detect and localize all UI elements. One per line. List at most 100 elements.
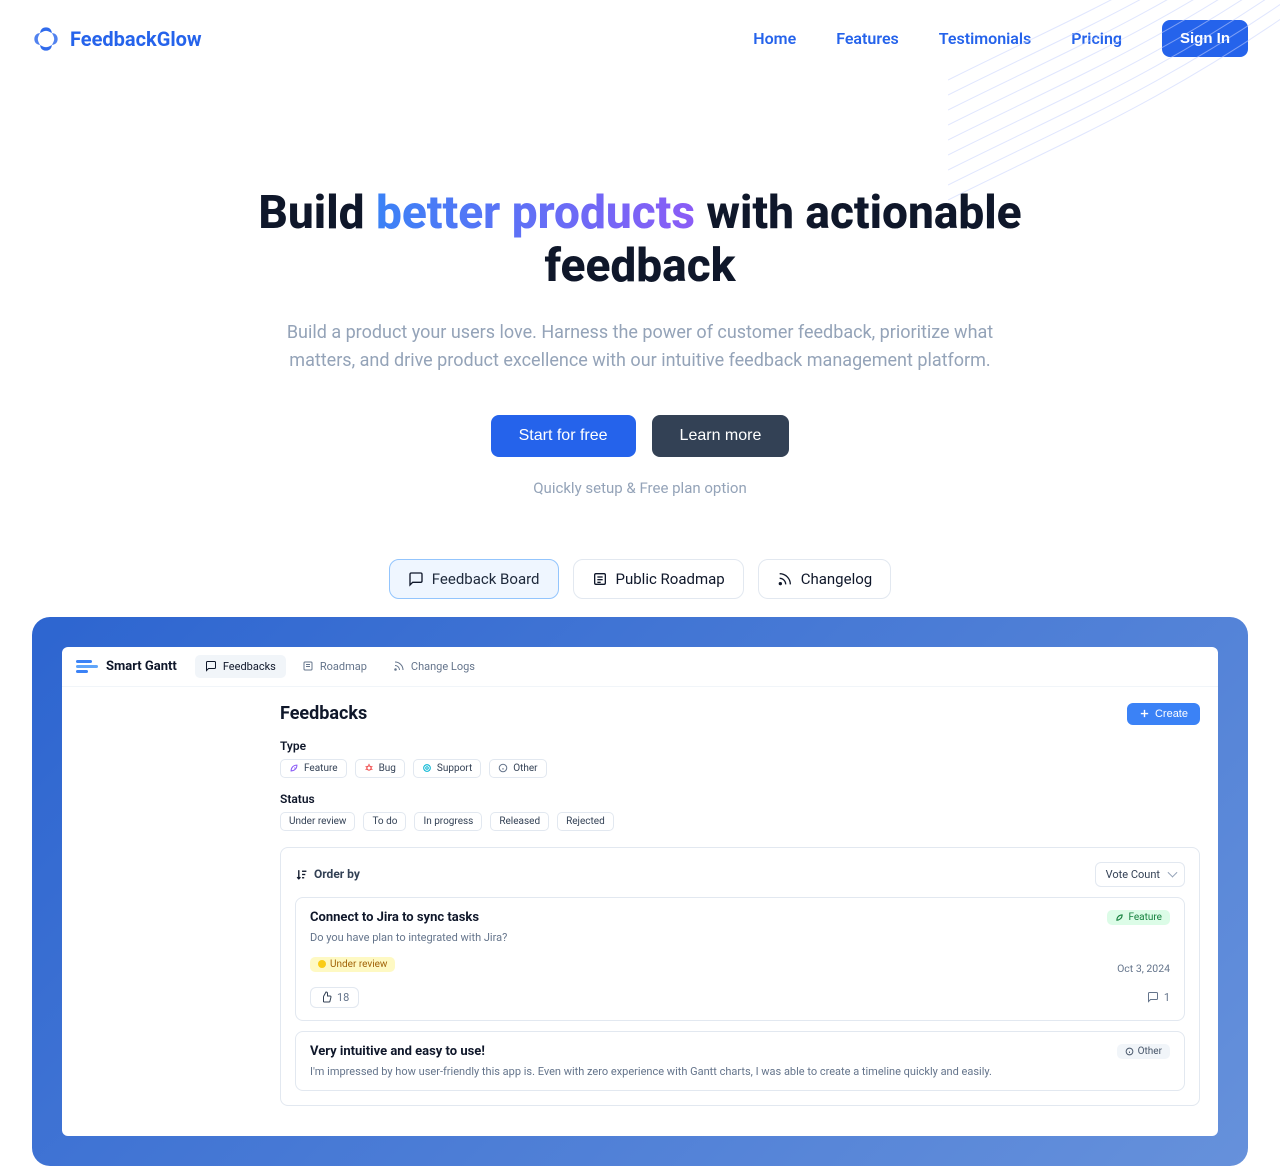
feedback-card-desc: Do you have plan to integrated with Jira… [310, 931, 507, 944]
status-chip-in-progress[interactable]: In progress [414, 812, 482, 831]
nav-features[interactable]: Features [836, 29, 899, 48]
rocket-icon [289, 763, 299, 773]
type-chip-bug-label: Bug [379, 763, 396, 774]
app-product-logo-icon [76, 660, 98, 673]
app-product[interactable]: Smart Gantt [76, 659, 177, 674]
nav-pricing[interactable]: Pricing [1071, 29, 1122, 48]
status-chip-todo-label: To do [372, 816, 397, 827]
app-page-title: Feedbacks [280, 703, 367, 724]
status-chip-under-review[interactable]: Under review [280, 812, 355, 831]
status-chip-under-review-label: Under review [289, 816, 346, 827]
type-chip-feature[interactable]: Feature [280, 759, 347, 778]
plus-icon [1139, 708, 1150, 719]
hero-tagline: Quickly setup & Free plan option [32, 479, 1248, 497]
tab-feedback-board[interactable]: Feedback Board [389, 559, 559, 599]
status-badge-label: Under review [330, 959, 387, 970]
status-chip-rejected-label: Rejected [566, 816, 605, 827]
rss-icon [777, 571, 793, 587]
type-filter-label: Type [280, 739, 1200, 753]
type-chip-feature-label: Feature [304, 763, 338, 774]
app-nav-feedbacks[interactable]: Feedbacks [195, 655, 286, 678]
tab-public-roadmap[interactable]: Public Roadmap [573, 559, 744, 599]
hero-heading: Build better products with actionable fe… [250, 187, 1030, 293]
status-badge: Under review [310, 957, 395, 972]
learn-more-button[interactable]: Learn more [652, 415, 790, 457]
order-by-value: Vote Count [1106, 868, 1160, 881]
status-chip-released[interactable]: Released [490, 812, 549, 831]
app-nav-changelogs-label: Change Logs [411, 660, 475, 673]
comment-count[interactable]: 1 [1147, 991, 1170, 1004]
list-icon [592, 571, 608, 587]
nav-home[interactable]: Home [753, 29, 796, 48]
start-free-button[interactable]: Start for free [491, 415, 636, 457]
order-by: Order by [295, 867, 360, 881]
feedback-card[interactable]: Very intuitive and easy to use! I'm impr… [295, 1031, 1185, 1091]
type-chip-support[interactable]: Support [413, 759, 481, 778]
feedback-card-title: Connect to Jira to sync tasks [310, 910, 507, 925]
type-chip-support-label: Support [437, 763, 472, 774]
feedback-card-date: Oct 3, 2024 [1117, 962, 1170, 975]
thumbs-up-icon [320, 991, 332, 1003]
feedback-panel: Order by Vote Count Connect to Jira to s… [280, 847, 1200, 1106]
other-badge: Other [1117, 1044, 1170, 1059]
app-nav-roadmap[interactable]: Roadmap [292, 655, 377, 678]
vote-count-value: 18 [337, 991, 349, 1004]
order-by-label: Order by [314, 867, 360, 881]
feature-badge: Feature [1107, 910, 1170, 925]
sort-icon [295, 868, 308, 881]
brand-name: FeedbackGlow [70, 27, 202, 51]
message-square-icon [205, 660, 217, 672]
rss-icon [393, 660, 405, 672]
hero-subtext: Build a product your users love. Harness… [270, 319, 1010, 375]
status-chip-todo[interactable]: To do [363, 812, 406, 831]
tab-changelog-label: Changelog [801, 570, 872, 588]
message-icon [1147, 991, 1159, 1003]
brand[interactable]: FeedbackGlow [32, 25, 202, 53]
status-filter-label: Status [280, 792, 1200, 806]
primary-nav: Home Features Testimonials Pricing Sign … [753, 20, 1248, 57]
tab-changelog[interactable]: Changelog [758, 559, 891, 599]
type-chip-other[interactable]: Other [489, 759, 546, 778]
app-sidebar [62, 687, 262, 1136]
comment-count-value: 1 [1164, 991, 1170, 1004]
status-dot-icon [318, 960, 326, 968]
vote-count[interactable]: 18 [310, 987, 359, 1008]
feedback-card-desc: I'm impressed by how user-friendly this … [310, 1065, 1105, 1078]
brand-logo-icon [32, 25, 60, 53]
list-icon [302, 660, 314, 672]
create-button-label: Create [1155, 708, 1188, 720]
app-nav-changelogs[interactable]: Change Logs [383, 655, 485, 678]
rocket-icon [1115, 913, 1124, 922]
order-by-select[interactable]: Vote Count [1095, 862, 1185, 887]
hero: Build better products with actionable fe… [32, 77, 1248, 1166]
tab-public-roadmap-label: Public Roadmap [616, 570, 725, 588]
app-product-name: Smart Gantt [106, 659, 177, 674]
status-chip-rejected[interactable]: Rejected [557, 812, 614, 831]
status-chip-released-label: Released [499, 816, 540, 827]
app-topbar: Smart Gantt Feedbacks Roadmap [62, 647, 1218, 687]
hero-heading-highlight: better products [376, 186, 695, 240]
type-chip-bug[interactable]: Bug [355, 759, 405, 778]
preview-tabs: Feedback Board Public Roadmap Changelog [32, 559, 1248, 599]
signin-button[interactable]: Sign In [1162, 20, 1248, 57]
feedback-card-title: Very intuitive and easy to use! [310, 1044, 1105, 1059]
app-nav-roadmap-label: Roadmap [320, 660, 367, 673]
feedback-card[interactable]: Connect to Jira to sync tasks Do you hav… [295, 897, 1185, 1021]
message-square-icon [408, 571, 424, 587]
app-preview-frame: Smart Gantt Feedbacks Roadmap [32, 617, 1248, 1166]
bug-icon [364, 763, 374, 773]
app-preview: Smart Gantt Feedbacks Roadmap [62, 647, 1218, 1136]
type-chip-other-label: Other [513, 763, 537, 774]
app-main: Feedbacks Create Type Feature [262, 687, 1218, 1136]
status-chip-in-progress-label: In progress [423, 816, 473, 827]
info-icon [1125, 1047, 1134, 1056]
site-header: FeedbackGlow Home Features Testimonials … [32, 0, 1248, 77]
nav-testimonials[interactable]: Testimonials [939, 29, 1032, 48]
create-button[interactable]: Create [1127, 703, 1200, 725]
other-badge-label: Other [1138, 1046, 1162, 1057]
lifebuoy-icon [422, 763, 432, 773]
tab-feedback-board-label: Feedback Board [432, 570, 540, 588]
hero-heading-pre: Build [258, 186, 376, 240]
info-icon [498, 763, 508, 773]
feature-badge-label: Feature [1128, 912, 1162, 923]
